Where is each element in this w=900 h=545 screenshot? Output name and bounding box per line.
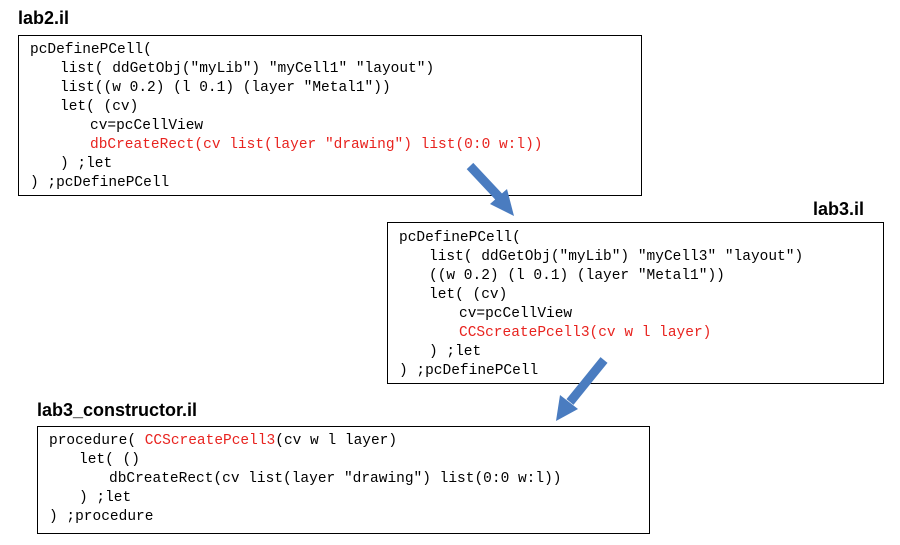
arrow-lab2-to-lab3 xyxy=(466,162,514,216)
flow-arrows xyxy=(466,162,608,421)
arrow-lab3-to-constructor xyxy=(556,357,608,421)
